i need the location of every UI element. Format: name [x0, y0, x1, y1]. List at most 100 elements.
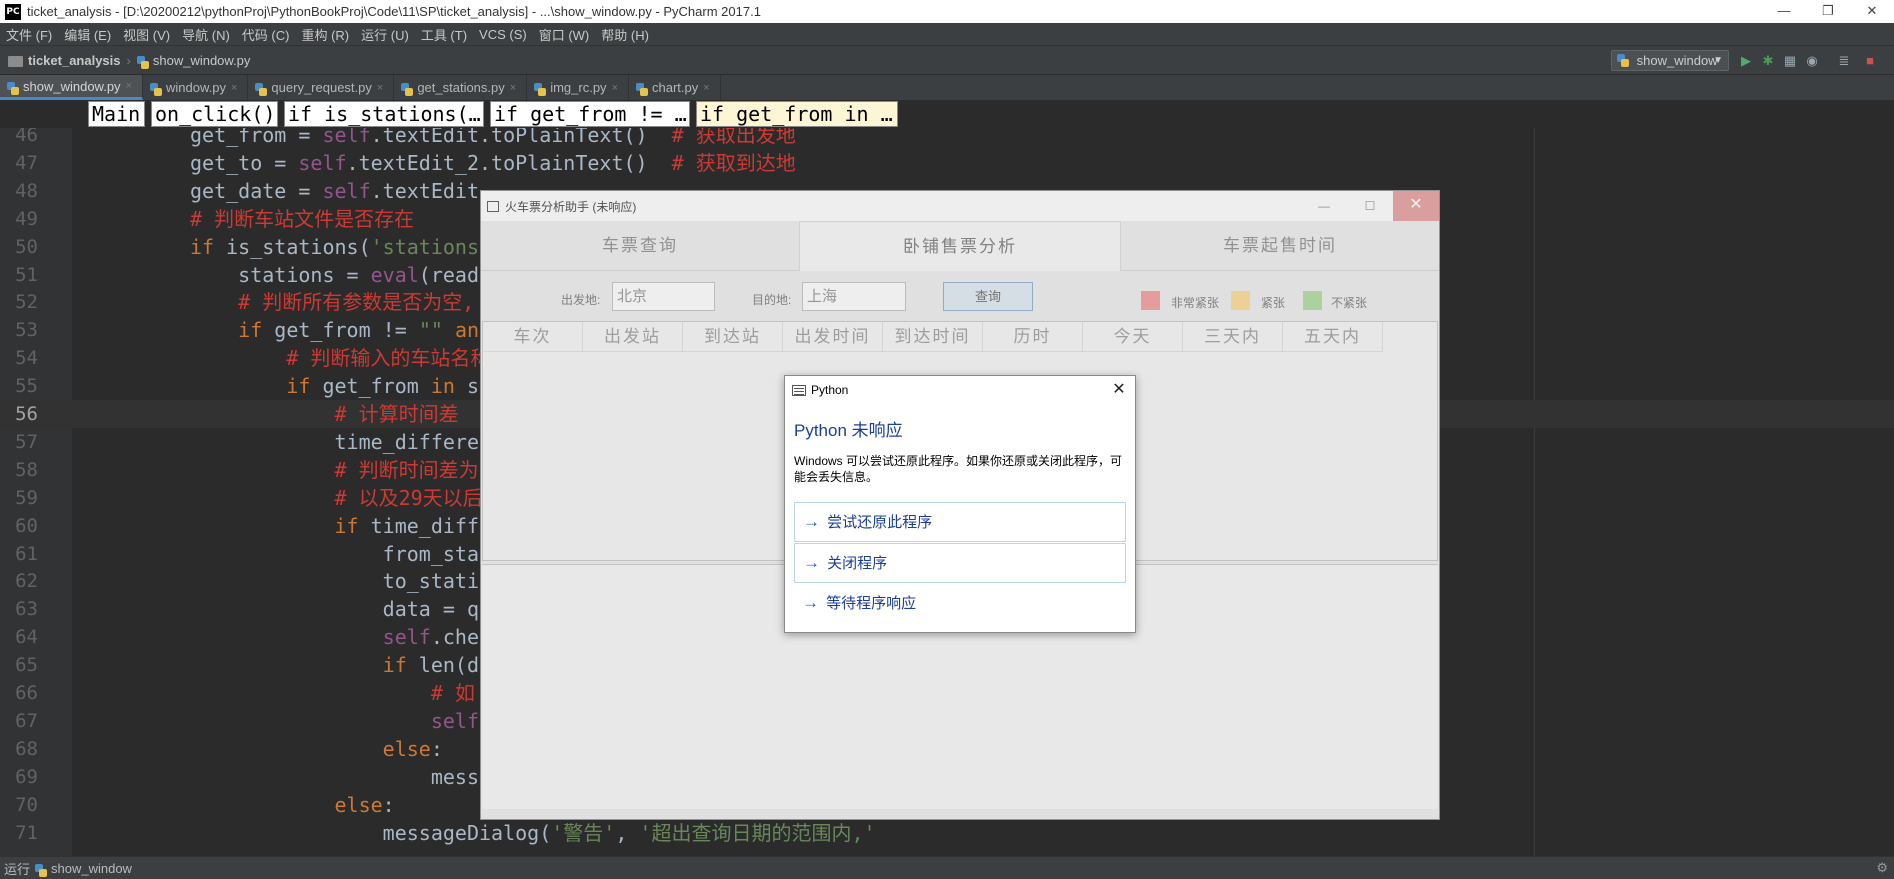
- code-line[interactable]: 71 messageDialog('警告', '超出查询日期的范围内,': [0, 819, 1894, 847]
- close-tab-icon[interactable]: ×: [510, 82, 516, 94]
- breadcrumb-if-is-stations[interactable]: if is_stations(…: [284, 101, 484, 127]
- menu-navigate[interactable]: 导航 (N): [176, 25, 236, 44]
- line-number: 66: [15, 682, 38, 704]
- menu-help[interactable]: 帮助 (H): [595, 25, 655, 44]
- stop-icon[interactable]: ■: [1862, 53, 1878, 69]
- dialog-close-button[interactable]: ✕: [1107, 378, 1131, 402]
- maximize-button[interactable]: ❐: [1806, 0, 1850, 23]
- breadcrumb-if-get-from-ne[interactable]: if get_from != …: [490, 101, 690, 127]
- line-number: 69: [15, 765, 38, 788]
- column-header-train[interactable]: 车次: [483, 322, 583, 352]
- menu-run[interactable]: 运行 (U): [355, 25, 415, 44]
- code-text: self: [430, 708, 479, 733]
- concurrency-icon[interactable]: ≣: [1836, 53, 1852, 69]
- dialog-title: Python: [811, 383, 849, 397]
- code-text: if is_stations('stations: [190, 234, 480, 259]
- from-label: 出发地:: [561, 293, 601, 307]
- tab-show-window[interactable]: show_window.py ×: [0, 75, 143, 100]
- close-tab-icon[interactable]: ×: [612, 82, 618, 94]
- not-responding-dialog: Python ✕ Python 未响应 Windows 可以尝试还原此程序。如果…: [784, 375, 1136, 633]
- line-number: 52: [15, 291, 38, 314]
- legend-swatch-very-tight: [1141, 291, 1160, 310]
- line-number: 46: [15, 128, 38, 146]
- run-icon[interactable]: ▶: [1738, 53, 1754, 69]
- line-number: 68: [15, 737, 38, 760]
- menu-tools[interactable]: 工具 (T): [415, 25, 473, 44]
- menu-refactor[interactable]: 重构 (R): [295, 25, 355, 44]
- code-text: get_to = self.textEdit_2.toPlainText() #…: [190, 150, 796, 175]
- status-run-label[interactable]: 运行: [4, 859, 30, 878]
- code-text: from_sta: [190, 541, 479, 566]
- menu-window[interactable]: 窗口 (W): [533, 25, 596, 44]
- from-input[interactable]: 北京: [612, 282, 715, 311]
- code-text: # 判断时间差为: [334, 457, 479, 482]
- legend-swatch-tight: [1231, 291, 1250, 310]
- column-header-three-days[interactable]: 三天内: [1183, 322, 1283, 352]
- code-line[interactable]: 46 get_from = self.textEdit.toPlainText()…: [0, 128, 1894, 149]
- tab-get-stations[interactable]: get_stations.py ×: [394, 75, 528, 100]
- app-tabs: 车票查询 卧铺售票分析 车票起售时间: [481, 221, 1439, 271]
- app-tab-sale-time[interactable]: 车票起售时间: [1121, 221, 1439, 271]
- column-header-five-days[interactable]: 五天内: [1283, 322, 1383, 352]
- line-number: 49: [15, 207, 38, 230]
- close-tab-icon[interactable]: ×: [231, 82, 237, 94]
- column-header-arrive-time[interactable]: 到达时间: [883, 322, 983, 352]
- minimize-button[interactable]: —: [1762, 0, 1806, 23]
- column-header-depart-time[interactable]: 出发时间: [783, 322, 883, 352]
- tab-query-request[interactable]: query_request.py ×: [248, 75, 395, 100]
- line-number: 71: [15, 821, 38, 844]
- close-window-button[interactable]: ✕: [1850, 0, 1894, 23]
- breadcrumb-if-get-from-in[interactable]: if get_from in …: [696, 101, 898, 127]
- column-header-to-station[interactable]: 到达站: [683, 322, 783, 352]
- python-file-icon: [636, 83, 648, 96]
- close-program-option[interactable]: → 关闭程序: [794, 543, 1126, 583]
- menu-vcs[interactable]: VCS (S): [473, 27, 533, 42]
- dialog-heading: Python 未响应: [794, 421, 903, 440]
- tab-chart[interactable]: chart.py ×: [629, 75, 721, 100]
- column-header-from-station[interactable]: 出发站: [583, 322, 683, 352]
- nav-project[interactable]: ticket_analysis: [28, 53, 121, 68]
- app-minimize-button[interactable]: —: [1301, 191, 1347, 221]
- python-file-icon: [35, 863, 48, 877]
- app-maximize-button[interactable]: ☐: [1347, 191, 1393, 221]
- dialog-message: Windows 可以尝试还原此程序。如果你还原或关闭此程序，可能会丢失信息。: [794, 454, 1123, 484]
- tab-window[interactable]: window.py ×: [143, 75, 249, 100]
- query-button[interactable]: 查询: [943, 282, 1033, 311]
- app-window-icon: [487, 200, 499, 212]
- option-label: 关闭程序: [827, 555, 888, 572]
- close-tab-icon[interactable]: ×: [126, 80, 132, 92]
- column-header-duration[interactable]: 历时: [983, 322, 1083, 352]
- menu-file[interactable]: 文件 (F): [0, 25, 58, 44]
- to-input[interactable]: 上海: [802, 282, 906, 311]
- run-config-select[interactable]: show_window ▼: [1611, 50, 1729, 71]
- legend-label-not-tight: 不紧张: [1331, 296, 1368, 310]
- column-header-today[interactable]: 今天: [1083, 322, 1183, 352]
- restore-program-option[interactable]: → 尝试还原此程序: [794, 502, 1126, 542]
- app-tab-sleeper-analysis[interactable]: 卧铺售票分析: [799, 221, 1121, 271]
- profile-icon[interactable]: ◉: [1804, 53, 1820, 69]
- line-number: 61: [15, 542, 38, 565]
- legend-label-tight: 紧张: [1261, 296, 1286, 310]
- close-tab-icon[interactable]: ×: [703, 82, 709, 94]
- window-icon: [792, 384, 806, 396]
- app-tab-ticket-query[interactable]: 车票查询: [481, 221, 799, 271]
- nav-separator-icon: ›: [126, 52, 131, 68]
- menu-code[interactable]: 代码 (C): [236, 25, 296, 44]
- app-close-button[interactable]: ✕: [1393, 191, 1439, 221]
- breadcrumb-main[interactable]: Main: [88, 101, 145, 127]
- nav-file[interactable]: show_window.py: [153, 53, 251, 68]
- code-line[interactable]: 47 get_to = self.textEdit_2.toPlainText()…: [0, 149, 1894, 177]
- line-number: 53: [15, 319, 38, 342]
- line-number: 65: [15, 654, 38, 677]
- close-tab-icon[interactable]: ×: [377, 82, 383, 94]
- breadcrumb-on-click[interactable]: on_click(): [151, 101, 278, 127]
- menu-view[interactable]: 视图 (V): [117, 25, 176, 44]
- menu-edit[interactable]: 编辑 (E): [58, 25, 117, 44]
- settings-gear-icon[interactable]: ⚙: [1876, 860, 1888, 876]
- app-title: 火车票分析助手 (未响应): [505, 199, 637, 214]
- debug-icon[interactable]: ✱: [1760, 53, 1776, 69]
- coverage-icon[interactable]: ▦: [1782, 53, 1798, 69]
- tab-img-rc[interactable]: img_rc.py ×: [527, 75, 629, 100]
- status-run-config[interactable]: show_window: [51, 861, 132, 876]
- wait-for-response-option[interactable]: → 等待程序响应: [794, 584, 1126, 624]
